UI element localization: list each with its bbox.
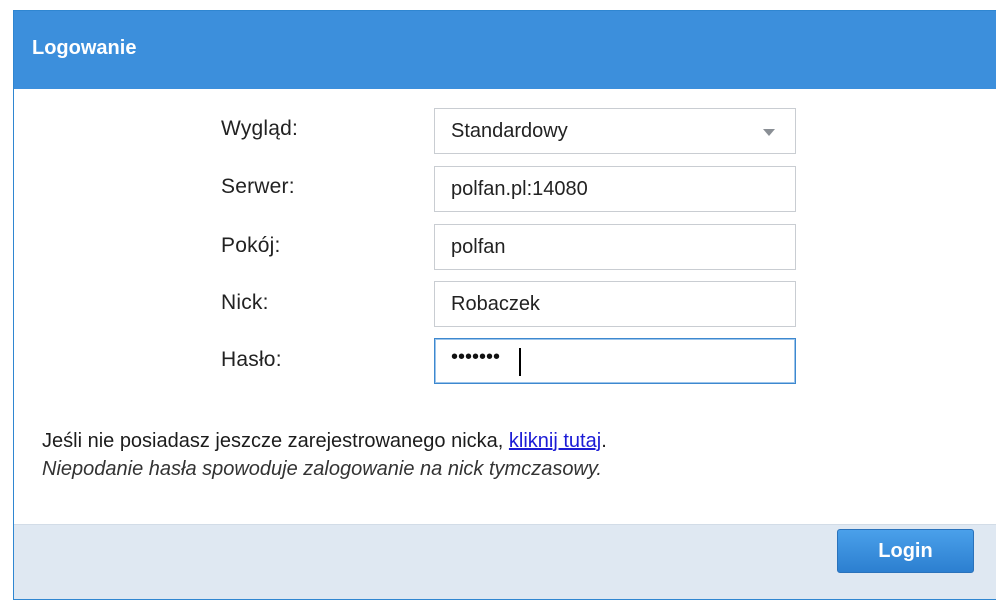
register-suffix: . [601,430,607,452]
wyglad-select[interactable]: Standardowy [434,108,796,154]
serwer-label: Serwer: [221,175,295,198]
password-mask: ••••••• [451,346,501,368]
nick-input[interactable] [434,281,796,327]
login-dialog: Logowanie Wygląd: Standardowy Serwer: Po… [13,10,996,600]
register-link[interactable]: kliknij tutaj [509,430,601,452]
pokoj-input[interactable] [434,224,796,270]
chevron-down-icon [763,129,775,136]
nick-label: Nick: [221,291,269,314]
text-caret [519,348,521,376]
haslo-label: Hasło: [221,348,282,371]
register-text: Jeśli nie posiadasz jeszcze zarejestrowa… [42,430,504,452]
dialog-title: Logowanie [32,37,137,59]
serwer-input[interactable] [434,166,796,212]
login-button[interactable]: Login [837,529,974,573]
wyglad-selected-value: Standardowy [451,119,568,142]
register-info: Jeśli nie posiadasz jeszcze zarejestrowa… [42,430,607,453]
temporary-nick-note: Niepodanie hasła spowoduje zalogowanie n… [42,458,602,480]
dialog-titlebar: Logowanie [14,11,996,89]
pokoj-label: Pokój: [221,234,281,257]
wyglad-label: Wygląd: [221,117,299,140]
password-input[interactable]: ••••••• [434,338,796,384]
